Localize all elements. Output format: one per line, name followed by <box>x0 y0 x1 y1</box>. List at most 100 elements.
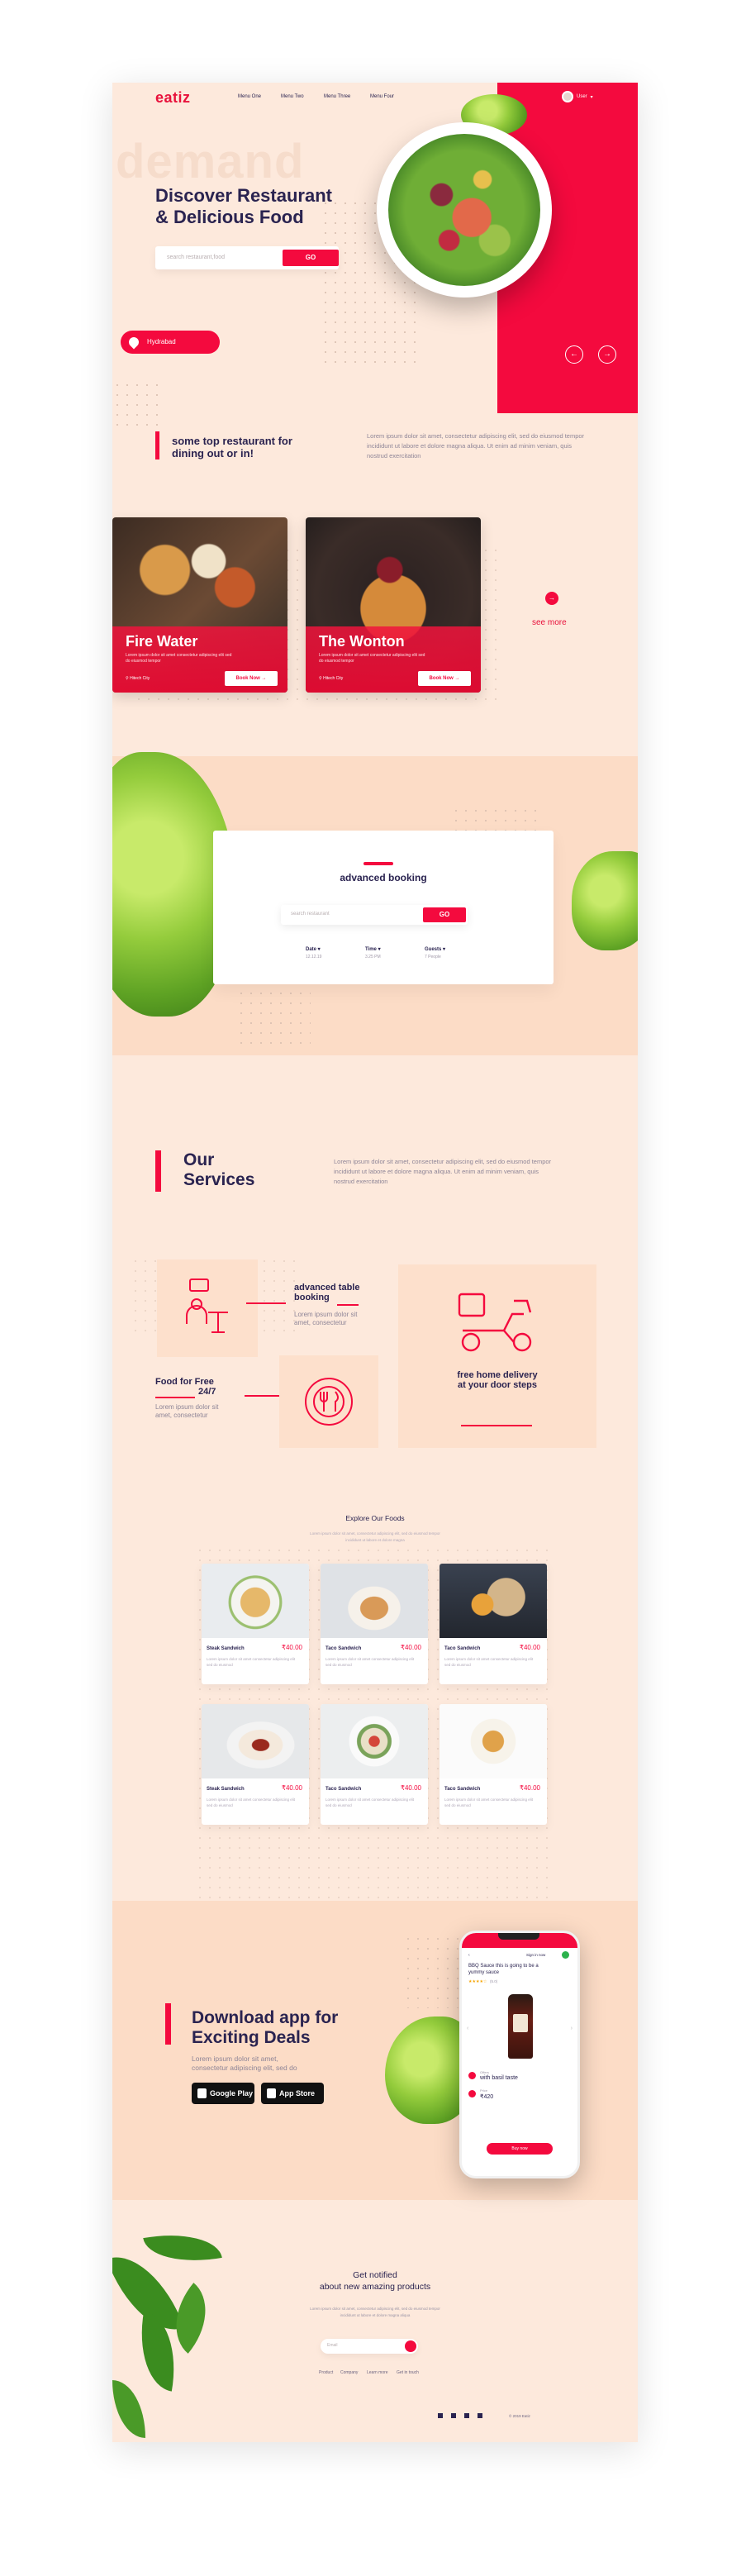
food-card[interactable]: Taco Sandwich ₹40.00 Lorem ipsum dolor s… <box>321 1564 428 1684</box>
instagram-icon[interactable] <box>464 2413 469 2418</box>
app-title-line1: Download app for <box>192 2008 339 2027</box>
food-card[interactable]: Taco Sandwich ₹40.00 Lorem ipsum dolor s… <box>440 1564 547 1684</box>
book-now-label: Book Now <box>429 676 454 681</box>
food-image <box>321 1704 428 1778</box>
booking-search-input[interactable]: search restaurant <box>291 912 330 917</box>
newsletter-title: Get notified about new amazing products <box>112 2269 638 2293</box>
booking-search[interactable]: search restaurant GO <box>281 905 468 925</box>
submit-button[interactable] <box>405 2340 416 2352</box>
location-button[interactable]: Hydrabad <box>121 331 220 354</box>
twitter-icon[interactable] <box>451 2413 456 2418</box>
food-card[interactable]: Steak Sandwich ₹40.00 Lorem ipsum dolor … <box>202 1704 309 1825</box>
hero-search[interactable]: search restaurant,food GO <box>155 246 339 269</box>
accent-bar <box>363 862 393 865</box>
food-name: Taco Sandwich <box>325 1646 362 1651</box>
user-menu[interactable]: User ▾ <box>562 91 593 102</box>
top-restaurants-paragraph: Lorem ipsum dolor sit amet, consectetur … <box>367 432 585 459</box>
chevron-left-icon[interactable]: ‹ <box>467 2026 468 2031</box>
footer-link-learn-more[interactable]: Learn more <box>367 2370 388 2375</box>
nav-menu-one[interactable]: Menu One <box>238 94 261 99</box>
food-free-icon-box <box>279 1355 378 1448</box>
food-name: Taco Sandwich <box>444 1646 481 1651</box>
newsletter-desc-line1: Lorem ipsum dolor sit amet, consectetur … <box>310 2307 440 2311</box>
table-booking-title: advanced table booking <box>294 1283 359 1302</box>
time-field[interactable]: Time ▾ 3.25 PM <box>365 946 381 959</box>
chevron-right-icon[interactable]: › <box>571 2026 573 2031</box>
google-play-button[interactable]: Google Play <box>192 2083 254 2104</box>
food-card[interactable]: Steak Sandwich ₹40.00 Lorem ipsum dolor … <box>202 1564 309 1684</box>
time-value: 3.25 PM <box>365 955 381 959</box>
phone-product-name: BBQ Sauce this is going to be a yummy sa… <box>468 1964 539 1975</box>
search-input[interactable]: search restaurant,food <box>167 255 225 260</box>
restaurant-location-text: Hitech City <box>130 676 150 681</box>
guests-field[interactable]: Guests ▾ 7 People <box>425 946 445 959</box>
restaurant-name: Fire Water <box>126 633 198 650</box>
phone-header: Sign in now <box>526 1953 546 1957</box>
accent-line <box>337 1304 359 1306</box>
facebook-icon[interactable] <box>438 2413 443 2418</box>
arrow-right-icon <box>245 1395 281 1397</box>
back-icon[interactable]: ‹ <box>468 1953 470 1958</box>
arrow-right-icon: → <box>454 676 460 681</box>
next-arrow-icon[interactable]: → <box>598 345 616 364</box>
prev-arrow-icon[interactable]: ← <box>565 345 583 364</box>
apple-icon <box>267 2088 276 2098</box>
scooter-icon <box>458 1293 532 1352</box>
food-image <box>202 1704 309 1778</box>
go-button[interactable]: GO <box>283 250 339 266</box>
restaurant-location: ⚲ Hitech City <box>126 676 150 681</box>
accent-line <box>155 1397 195 1398</box>
date-value: 12.12.19 <box>306 955 322 959</box>
explore-foods-subtitle: Lorem ipsum dolor sit amet, consectetur … <box>112 1531 638 1544</box>
booking-go-button[interactable]: GO <box>423 907 466 922</box>
book-now-button[interactable]: Book Now → <box>225 671 278 686</box>
foods-subtitle-line2: incididunt ut labore et dolore magna <box>345 1538 405 1542</box>
app-store-label: App Store <box>279 2089 316 2097</box>
email-input[interactable]: Email <box>327 2343 338 2348</box>
food-desc-line1: Lorem ipsum dolor sit <box>155 1403 219 1411</box>
footer-link-product[interactable]: Product <box>319 2370 333 2375</box>
price-label: Price <box>480 2088 488 2093</box>
app-title-line2: Exciting Deals <box>192 2028 311 2047</box>
food-image <box>321 1564 428 1638</box>
food-price: ₹40.00 <box>519 1644 540 1651</box>
food-card[interactable]: Taco Sandwich ₹40.00 Lorem ipsum dolor s… <box>321 1704 428 1825</box>
foods-subtitle-line1: Lorem ipsum dolor sit amet, consectetur … <box>310 1531 440 1536</box>
delivery-line2: at your door steps <box>458 1380 537 1390</box>
hero-title-line2: & Delicious Food <box>155 207 304 227</box>
food-name: Taco Sandwich <box>444 1787 481 1792</box>
hero-title: Discover Restaurant & Delicious Food <box>155 185 387 228</box>
online-icon <box>562 1951 569 1959</box>
restaurant-card-fire-water[interactable]: Fire Water Lorem ipsum dolor sit amet co… <box>112 517 287 693</box>
food-card[interactable]: Taco Sandwich ₹40.00 Lorem ipsum dolor s… <box>440 1704 547 1825</box>
linkedin-icon[interactable] <box>478 2413 482 2418</box>
see-more-link[interactable]: see more <box>532 618 567 627</box>
services-title-line1: Our <box>183 1150 215 1169</box>
app-store-button[interactable]: App Store <box>261 2083 324 2104</box>
time-label: Time <box>365 947 377 952</box>
email-field[interactable]: Email <box>321 2339 418 2354</box>
nav-menu-three[interactable]: Menu Three <box>324 94 350 99</box>
arrow-right-icon[interactable]: → <box>545 592 558 605</box>
guests-label: Guests <box>425 947 442 952</box>
nav-menu-four[interactable]: Menu Four <box>370 94 394 99</box>
offer-icon <box>468 2072 476 2079</box>
book-now-button[interactable]: Book Now → <box>418 671 471 686</box>
play-store-icon <box>197 2088 207 2098</box>
nav-menu-two[interactable]: Menu Two <box>281 94 304 99</box>
footer-link-get-in-touch[interactable]: Get in touch <box>397 2370 419 2375</box>
buy-now-button[interactable]: Buy now <box>487 2143 553 2155</box>
food-title-line2: 24/7 <box>198 1387 216 1397</box>
restaurant-card-the-wonton[interactable]: The Wonton Lorem ipsum dolor sit amet co… <box>306 517 481 693</box>
newsletter-title-line1: Get notified <box>353 2270 397 2280</box>
newsletter-desc-line2: incididunt ut labore et dolore magna ali… <box>340 2313 411 2317</box>
booking-title: advanced booking <box>340 872 427 883</box>
advanced-booking-card: advanced booking search restaurant GO Da… <box>213 831 554 984</box>
plant-leaf-image <box>112 2380 145 2438</box>
logo[interactable]: eatiz <box>155 89 191 107</box>
footer-link-company[interactable]: Company <box>340 2370 358 2375</box>
phone-mockup: ‹ Sign in now BBQ Sauce this is going to… <box>459 1931 580 2178</box>
rating-stars: ★★★★☆ <box>468 1979 487 1984</box>
date-field[interactable]: Date ▾ 12.12.19 <box>306 946 321 959</box>
services-title-line2: Services <box>183 1170 255 1189</box>
